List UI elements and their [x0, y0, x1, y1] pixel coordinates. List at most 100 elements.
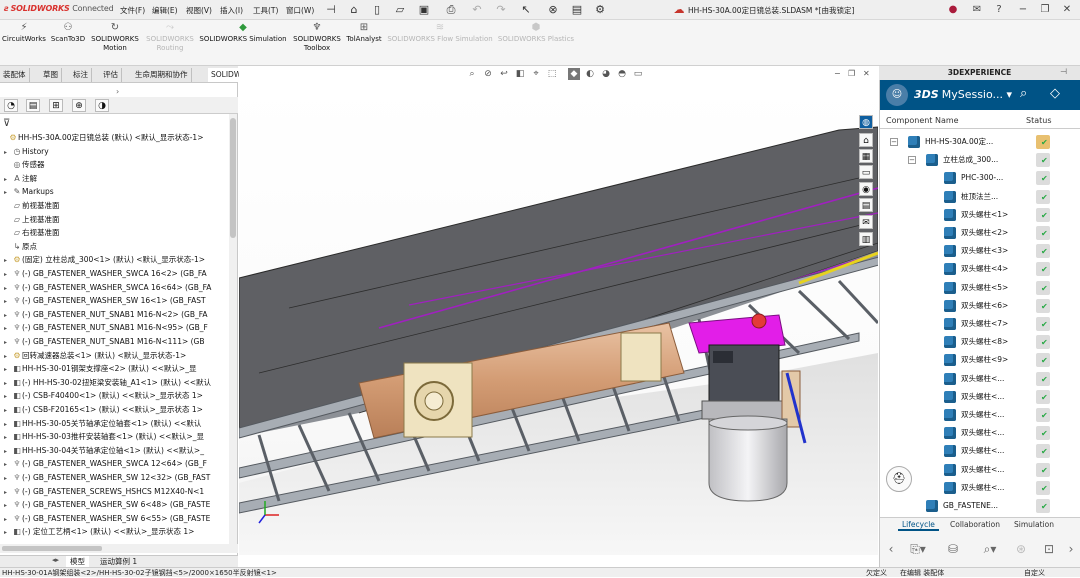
property-manager-tab-icon[interactable]: ▤ — [26, 99, 40, 112]
undo-icon[interactable]: ↶ — [470, 3, 484, 17]
tree-item[interactable]: ▸ ♆(-) GB_FASTENER_NUT_SNAB1 M16-N<95> (G… — [0, 321, 228, 334]
pivot-pin[interactable] — [751, 313, 767, 329]
3dexperience-taskpane-icon[interactable]: ◍ — [859, 115, 873, 129]
expand-arrow-icon[interactable]: ▸ — [4, 431, 12, 443]
search-component-icon[interactable]: ⌕▾ — [976, 540, 1004, 558]
tree-item[interactable]: ▸ ⚙(固定) 立柱总成_300<1> (默认) <默认_显示状态-1> — [0, 253, 228, 266]
view-orientation-icon[interactable]: ⬚ — [546, 68, 558, 80]
user-profile-icon[interactable]: ☺ — [886, 84, 908, 106]
menu-insert[interactable]: 插入(I) — [220, 5, 243, 16]
expand-arrow-icon[interactable]: ▸ — [4, 390, 12, 402]
expand-arrow-icon[interactable]: ▸ — [4, 404, 12, 416]
end-plate[interactable] — [620, 332, 662, 382]
tab-annotation[interactable]: 标注 — [70, 68, 92, 82]
tree-item[interactable]: ▸ ♆(-) GB_FASTENER_WASHER_SWCA 16<64> (GB… — [0, 281, 228, 294]
expand-arrow-icon[interactable]: ▸ — [4, 486, 12, 498]
dimxpert-tab-icon[interactable]: ⊕ — [72, 99, 86, 112]
component-row[interactable]: 双头螺柱<... — [880, 406, 1080, 424]
component-row[interactable]: 双头螺柱<1> — [880, 206, 1080, 224]
assembly-model[interactable] — [239, 83, 878, 555]
expand-arrow-icon[interactable]: ▸ — [4, 472, 12, 484]
routing-button[interactable]: ⤳ SOLIDWORKS Routing — [142, 22, 198, 58]
tab-simulation[interactable]: Simulation — [1010, 518, 1058, 531]
tree-item[interactable]: ▸ ♆(-) GB_FASTENER_WASHER_SW 12<32> (GB_F… — [0, 471, 228, 484]
viewport-minimize-icon[interactable]: − — [834, 69, 841, 78]
feature-tree-tab-icon[interactable]: ◔ — [4, 99, 18, 112]
tree-item[interactable]: ▸ ♆(-) GB_FASTENER_WASHER_SWCA 12<64> (GB… — [0, 457, 228, 470]
expand-arrow-icon[interactable]: ▸ — [4, 336, 12, 348]
tab-lifecycle-panel[interactable]: Lifecycle — [898, 518, 939, 531]
expand-arrow-icon[interactable]: ▸ — [4, 445, 12, 457]
nav-forward-icon[interactable]: › — [1062, 540, 1080, 558]
section-view-icon[interactable]: ◧ — [514, 68, 526, 80]
tree-item[interactable]: ▱ 右视基准面 — [0, 226, 228, 239]
component-row[interactable]: PHC-300-... — [880, 169, 1080, 187]
tab-lifecycle[interactable]: 生命周期和协作 — [132, 68, 192, 82]
solidworks-forum-icon[interactable]: ▥ — [859, 232, 873, 246]
expand-arrow-icon[interactable]: ▸ — [4, 363, 12, 375]
view-palette-icon[interactable]: ◉ — [859, 182, 873, 196]
disabled-tool-icon[interactable]: ⊛ — [1012, 540, 1030, 558]
scene-icon[interactable]: ◓ — [616, 68, 628, 80]
config-manager-tab-icon[interactable]: ⊞ — [49, 99, 63, 112]
tree-item[interactable]: ▸ ◧(-) CSB-F20165<1> (默认) <<默认>_显示状态 1> — [0, 403, 228, 416]
select-arrow-icon[interactable]: ↖ — [519, 3, 533, 17]
component-row[interactable]: 双头螺柱<... — [880, 442, 1080, 460]
component-row[interactable]: 双头螺柱<7> — [880, 315, 1080, 333]
file-properties-icon[interactable]: ▤ — [570, 3, 584, 17]
row-expander-icon[interactable]: − — [908, 156, 916, 165]
search-icon[interactable]: ⌕ — [1020, 86, 1027, 101]
toolbox-button[interactable]: ♆ SOLIDWORKS Toolbox — [290, 22, 344, 58]
tree-item[interactable]: ▸ ♆(-) GB_FASTENER_WASHER_SW 6<48> (GB_FA… — [0, 498, 228, 511]
expand-arrow-icon[interactable]: ▸ — [4, 350, 12, 362]
component-row[interactable]: 双头螺柱<... — [880, 424, 1080, 442]
open-folder-icon[interactable]: ▱ — [393, 3, 407, 17]
appearance-icon[interactable]: ◕ — [600, 68, 612, 80]
tab-collaboration[interactable]: Collaboration — [946, 518, 1004, 531]
tree-item[interactable]: ⚙HH-HS-30A.00定日镜总装 (默认) <默认_显示状态-1> — [0, 131, 228, 144]
viewport-close-icon[interactable]: ✕ — [863, 69, 870, 78]
menu-file[interactable]: 文件(F) — [120, 5, 145, 16]
component-row[interactable]: 双头螺柱<9> — [880, 351, 1080, 369]
col-status[interactable]: Status — [1026, 113, 1052, 129]
expand-arrow-icon[interactable]: ▸ — [4, 173, 12, 185]
print-icon[interactable]: ⎙ — [444, 3, 458, 17]
expand-arrow-icon[interactable]: ▸ — [4, 513, 12, 525]
home-icon[interactable]: ⌂ — [347, 3, 361, 17]
component-row[interactable]: 双头螺柱<3> — [880, 242, 1080, 260]
tree-item[interactable]: ▸ ◧(-) 定位工艺柄<1> (默认) <<默认>_显示状态 1> — [0, 525, 228, 538]
expand-arrow-icon[interactable]: ▸ — [4, 146, 12, 158]
component-row[interactable]: 双头螺柱<6> — [880, 297, 1080, 315]
component-row[interactable]: 双头螺柱<5> — [880, 279, 1080, 297]
maximize-icon[interactable]: ❐ — [1038, 3, 1052, 17]
custom-properties-icon[interactable]: ✉ — [859, 215, 873, 229]
expand-arrow-icon[interactable]: ▸ — [4, 254, 12, 266]
community-icon[interactable]: ✉ — [970, 3, 984, 17]
component-row[interactable]: − HH-HS-30A.00定... — [880, 133, 1080, 151]
minimize-icon[interactable]: − — [1016, 3, 1030, 17]
expand-arrow-icon[interactable]: ▸ — [4, 499, 12, 511]
viewport-restore-icon[interactable]: ❐ — [848, 69, 855, 78]
expand-arrow-icon[interactable]: ▸ — [4, 309, 12, 321]
component-row[interactable]: 双头螺柱<4> — [880, 260, 1080, 278]
display-manager-tab-icon[interactable]: ◑ — [95, 99, 109, 112]
component-row[interactable]: 双头螺柱<8> — [880, 333, 1080, 351]
expand-arrow-icon[interactable]: ▸ — [4, 458, 12, 470]
menu-view[interactable]: 视图(V) — [186, 5, 212, 16]
tree-item[interactable]: ▸ ♆(-) GB_FASTENER_SCREWS_HSHCS M12X40-N<… — [0, 485, 228, 498]
checkin-icon[interactable]: ⊡ — [1040, 540, 1058, 558]
help-icon[interactable]: ? — [992, 3, 1006, 17]
simulation-button[interactable]: ◆ SOLIDWORKS Simulation — [198, 22, 288, 58]
tree-item[interactable]: ▸ ◧HH-HS-30-05关节轴承定位轴套<1> (默认) <<默认 — [0, 417, 228, 430]
view-settings-icon[interactable]: ▭ — [632, 68, 644, 80]
tree-item[interactable]: ▸ ♆(-) GB_FASTENER_NUT_SNAB1 M16-N<2> (GB… — [0, 308, 228, 321]
row-expander-icon[interactable]: − — [890, 138, 898, 146]
component-row[interactable]: 双头螺柱<2> — [880, 224, 1080, 242]
expand-arrow-icon[interactable]: ▸ — [4, 377, 12, 389]
scanto3d-button[interactable]: ⚇ ScanTo3D — [48, 22, 88, 58]
redo-icon[interactable]: ↷ — [494, 3, 508, 17]
tab-motion-study[interactable]: 运动算例 1 — [96, 556, 141, 567]
solidworks-logo[interactable]: ƨ SOLIDWORKS Connected — [4, 4, 114, 13]
tree-item[interactable]: ▱ 上视基准面 — [0, 213, 228, 226]
tree-item[interactable]: ▸ ♆(-) GB_FASTENER_WASHER_SW 16<1> (GB_FA… — [0, 294, 228, 307]
